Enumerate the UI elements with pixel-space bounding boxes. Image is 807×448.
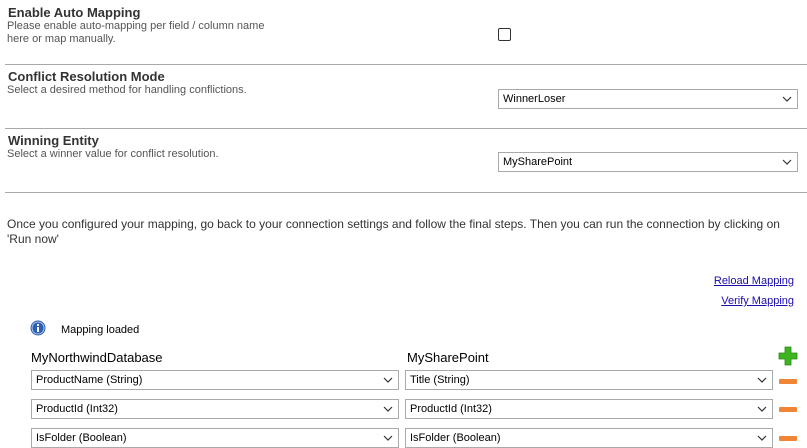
auto-mapping-desc-line2: here or map manually. — [7, 33, 116, 45]
left-field-value: IsFolder (Boolean) — [36, 432, 127, 444]
conflict-mode-value: WinnerLoser — [503, 93, 566, 105]
chevron-down-icon — [383, 435, 393, 441]
left-field-value: ProductName (String) — [36, 374, 143, 386]
reload-mapping-link[interactable]: Reload Mapping — [714, 275, 794, 287]
chevron-down-icon — [383, 377, 393, 383]
left-field-select[interactable]: IsFolder (Boolean) — [31, 428, 399, 448]
conflict-mode-title: Conflict Resolution Mode — [8, 69, 165, 84]
left-field-select[interactable]: ProductId (Int32) — [31, 399, 399, 419]
right-field-value: ProductId (Int32) — [410, 403, 492, 415]
auto-mapping-checkbox[interactable] — [498, 28, 511, 41]
left-field-select[interactable]: ProductName (String) — [31, 370, 399, 390]
chevron-down-icon — [757, 406, 767, 412]
right-field-select[interactable]: Title (String) — [405, 370, 773, 390]
winning-entity-title: Winning Entity — [8, 133, 99, 148]
conflict-mode-select[interactable]: WinnerLoser — [498, 89, 798, 109]
separator — [5, 192, 807, 193]
chevron-down-icon — [383, 406, 393, 412]
info-icon — [30, 320, 46, 336]
right-field-select[interactable]: IsFolder (Boolean) — [405, 428, 773, 448]
chevron-down-icon — [782, 159, 792, 165]
remove-mapping-icon[interactable] — [779, 379, 797, 384]
left-entity-header: MyNorthwindDatabase — [31, 350, 163, 365]
right-entity-header: MySharePoint — [407, 350, 489, 365]
conflict-mode-desc: Select a desired method for handling con… — [7, 84, 247, 96]
right-field-value: Title (String) — [410, 374, 470, 386]
winning-entity-select[interactable]: MySharePoint — [498, 152, 798, 172]
remove-mapping-icon[interactable] — [779, 436, 797, 441]
add-mapping-icon[interactable] — [778, 346, 798, 366]
auto-mapping-title: Enable Auto Mapping — [8, 5, 141, 20]
winning-entity-value: MySharePoint — [503, 156, 573, 168]
remove-mapping-icon[interactable] — [779, 407, 797, 412]
auto-mapping-desc-line1: Please enable auto-mapping per field / c… — [7, 20, 265, 32]
right-field-value: IsFolder (Boolean) — [410, 432, 501, 444]
status-text: Mapping loaded — [61, 324, 140, 336]
verify-mapping-link[interactable]: Verify Mapping — [721, 295, 794, 307]
winning-entity-desc: Select a winner value for conflict resol… — [7, 148, 219, 160]
info-line2: 'Run now' — [7, 232, 59, 246]
separator — [5, 128, 807, 129]
separator — [5, 64, 807, 65]
left-field-value: ProductId (Int32) — [36, 403, 118, 415]
chevron-down-icon — [757, 435, 767, 441]
info-line1: Once you configured your mapping, go bac… — [7, 217, 780, 231]
right-field-select[interactable]: ProductId (Int32) — [405, 399, 773, 419]
chevron-down-icon — [757, 377, 767, 383]
chevron-down-icon — [782, 96, 792, 102]
